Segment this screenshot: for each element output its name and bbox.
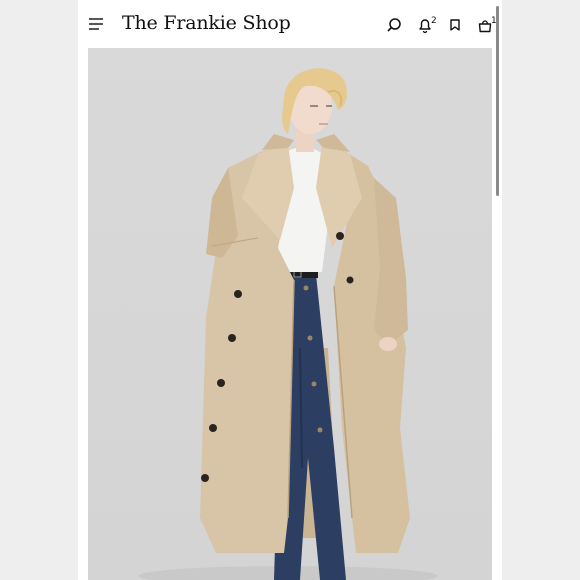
notifications-count-badge: 2 <box>431 16 437 26</box>
scrollbar[interactable] <box>496 6 499 196</box>
top-navigation-bar: The Frankie Shop 2 1 <box>78 0 502 48</box>
brand-logo[interactable]: The Frankie Shop <box>122 12 291 34</box>
model-in-trench-coat-photo <box>138 68 438 580</box>
search-icon[interactable] <box>384 15 404 35</box>
app-screen: The Frankie Shop 2 1 <box>78 0 502 580</box>
hamburger-menu-icon[interactable] <box>88 17 104 31</box>
product-image[interactable] <box>88 48 492 580</box>
bookmark-icon[interactable] <box>445 15 465 35</box>
